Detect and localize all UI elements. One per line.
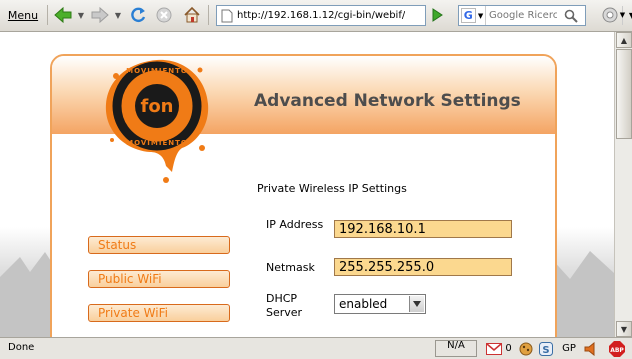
nav-private-wifi-button[interactable]: Private WiFi [88, 304, 230, 322]
netmask-label: Netmask [266, 261, 315, 274]
page-viewport: Advanced Network Settings fon MOVIMIENTO… [0, 32, 614, 337]
go-button[interactable] [425, 3, 449, 27]
cookie-icon [519, 342, 533, 355]
search-engine-chevron-down-icon: ▼ [477, 11, 484, 20]
netmask-field[interactable] [334, 258, 512, 276]
menu-label: Menu [7, 8, 39, 22]
settings-chevron-down-icon: ▼ [619, 11, 626, 19]
ip-address-label: IP Address [266, 218, 324, 231]
gp-label: GP [562, 343, 576, 354]
fon-movimiento-logo-icon: fon MOVIMIENTO MOVIMIENTO [105, 59, 209, 183]
stop-button[interactable] [152, 3, 176, 27]
section-heading: Private Wireless IP Settings [257, 182, 407, 195]
back-history-chevron-down-icon[interactable]: ▼ [76, 3, 86, 27]
dhcp-server-select[interactable]: enabled [334, 294, 426, 314]
home-button[interactable] [180, 3, 204, 27]
extension-button[interactable] [518, 340, 534, 357]
ip-address-field[interactable] [334, 220, 512, 238]
adblock-icon: ABP [609, 340, 625, 357]
svg-text:fon: fon [140, 96, 173, 117]
settings-panel: Advanced Network Settings fon MOVIMIENTO… [50, 54, 557, 337]
extension-button[interactable]: GP [560, 340, 578, 357]
gear-icon [602, 7, 618, 23]
menu-button[interactable]: Menu [2, 3, 44, 27]
browser-toolbar: Menu ▼ ▼ http://192.168.1.12/cgi-bin/web… [0, 0, 632, 32]
chevron-down-icon [409, 296, 424, 312]
google-logo-icon: G [460, 8, 476, 23]
scroll-down-icon[interactable]: ▼ [616, 321, 632, 337]
status-na-indicator: N/A [435, 340, 477, 357]
extension-button[interactable]: S [538, 340, 554, 357]
status-text: Done [8, 342, 35, 353]
gmail-notifier[interactable]: 0 [484, 340, 514, 357]
gmail-count: 0 [505, 343, 512, 354]
reload-icon [131, 7, 146, 23]
gmail-icon [486, 342, 503, 355]
nav-status-button[interactable]: Status [88, 236, 230, 254]
forward-button[interactable] [88, 3, 112, 27]
dhcp-server-label: DHCP Server [266, 292, 303, 319]
status-na-label: N/A [447, 340, 465, 351]
svg-text:MOVIMIENTO: MOVIMIENTO [126, 67, 188, 75]
fon-logo: fon MOVIMIENTO MOVIMIENTO [102, 56, 212, 186]
search-button[interactable] [560, 6, 582, 25]
url-text: http://192.168.1.12/cgi-bin/webif/ [237, 10, 406, 21]
settings-button[interactable]: ▼ [598, 3, 628, 27]
search-input[interactable] [486, 10, 560, 21]
toolbar-separator [208, 5, 209, 25]
home-icon [184, 6, 200, 23]
scroll-up-icon[interactable]: ▲ [616, 32, 632, 48]
search-icon [564, 9, 578, 23]
address-bar[interactable]: http://192.168.1.12/cgi-bin/webif/ ▼ [216, 5, 632, 26]
nav-public-wifi-button[interactable]: Public WiFi [88, 270, 230, 288]
svg-text:MOVIMIENTO: MOVIMIENTO [126, 139, 188, 147]
svg-text:ABP: ABP [610, 347, 624, 354]
sound-button[interactable] [583, 340, 601, 357]
speaker-icon [584, 341, 595, 356]
toolbar-separator [47, 5, 48, 25]
go-arrow-icon [432, 8, 443, 22]
forward-history-chevron-down-icon[interactable]: ▼ [113, 3, 123, 27]
search-engine-selector[interactable]: G ▼ [459, 6, 486, 25]
adblock-button[interactable]: ABP [607, 340, 627, 357]
page-icon [221, 9, 233, 22]
stop-icon [156, 7, 172, 23]
search-box[interactable]: G ▼ [458, 5, 586, 26]
reload-button[interactable] [126, 3, 150, 27]
page-title: Advanced Network Settings [254, 91, 521, 111]
forward-arrow-icon [91, 6, 109, 24]
skype-icon: S [539, 341, 553, 356]
dhcp-server-value: enabled [339, 297, 388, 311]
vertical-scrollbar[interactable]: ▲ ▼ [614, 32, 632, 337]
back-button[interactable] [51, 3, 75, 27]
back-arrow-icon [54, 6, 72, 24]
status-bar: Done N/A 0 S GP ABP [0, 337, 632, 359]
svg-text:S: S [542, 345, 549, 356]
scrollbar-thumb[interactable] [616, 49, 632, 139]
